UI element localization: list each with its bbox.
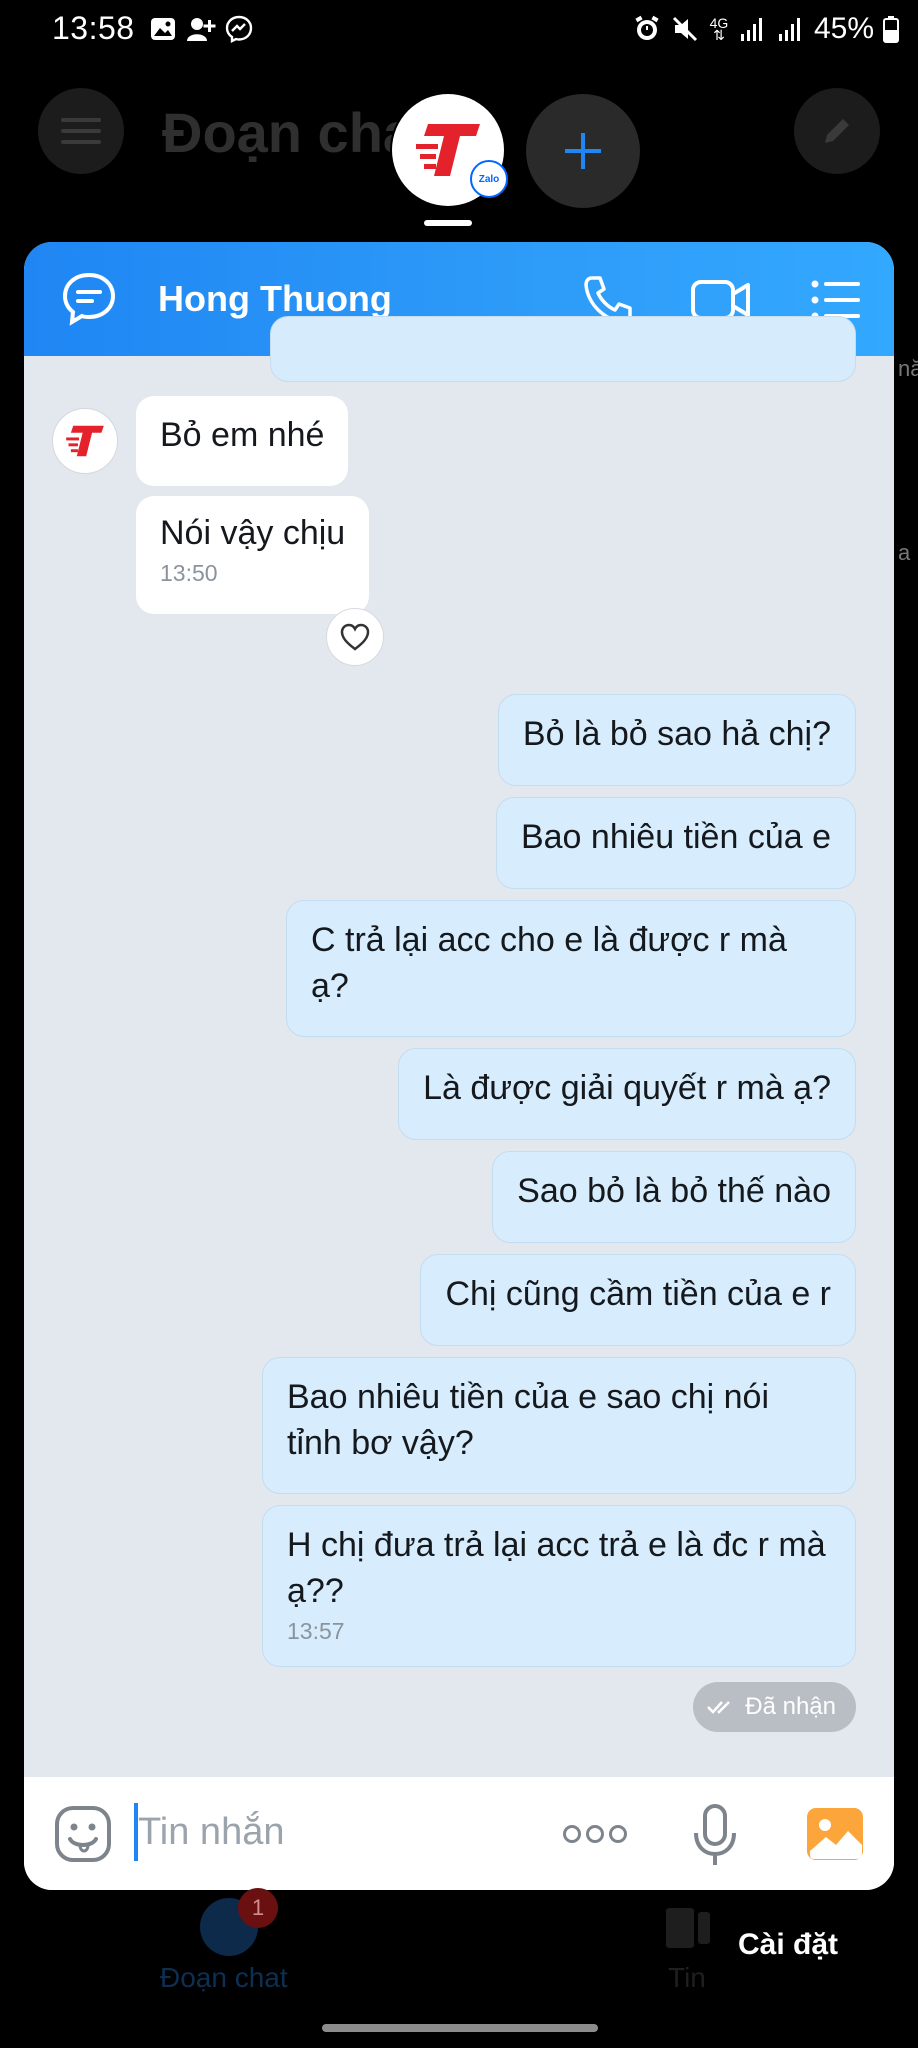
contact-avatar[interactable] <box>52 408 118 474</box>
gallery-icon[interactable] <box>806 1807 864 1861</box>
previous-message-bubble[interactable] <box>270 316 856 382</box>
menu-button[interactable] <box>38 88 124 174</box>
battery-percent: 45% <box>813 12 874 45</box>
battery-icon <box>882 14 900 44</box>
zalo-badge: Zalo <box>470 160 508 198</box>
message-text: Bỏ em nhé <box>160 416 325 454</box>
emoji-icon[interactable] <box>54 1805 112 1863</box>
network-4g-icon: 4G ⇅ <box>708 14 730 44</box>
settings-label[interactable]: Cài đặt <box>738 1928 838 1962</box>
heart-icon <box>340 623 370 651</box>
chat-panel: Hong Thuong Bỏ em nhé Nói vậy chịu 13:50… <box>24 242 894 1890</box>
message-text: H chị đưa trả lại acc trả e là đc r mà ạ… <box>287 1526 826 1610</box>
nav-stories-label[interactable]: Tin <box>668 1962 706 1994</box>
message-text: Chị cũng cầm tiền của e r <box>445 1275 831 1313</box>
signal-icon <box>776 14 806 44</box>
message-text: Sao bỏ là bỏ thế nào <box>517 1172 831 1210</box>
background-peek-text: a <box>898 540 911 565</box>
message-text: Bao nhiêu tiền của e sao chị nói tỉnh bơ… <box>287 1378 770 1462</box>
add-person-icon <box>186 14 216 44</box>
outgoing-message[interactable]: H chị đưa trả lại acc trả e là đc r mà ạ… <box>262 1505 856 1667</box>
incoming-message[interactable]: Bỏ em nhé <box>136 396 349 486</box>
chat-bubble-icon[interactable] <box>60 270 118 328</box>
message-text: C trả lại acc cho e là được r mà ạ? <box>311 921 787 1005</box>
outgoing-message[interactable]: Bao nhiêu tiền của e <box>495 797 856 889</box>
home-indicator[interactable] <box>322 2024 598 2032</box>
pencil-icon <box>825 119 849 143</box>
alarm-icon <box>632 14 662 44</box>
outgoing-message[interactable]: Chị cũng cầm tiền của e r <box>420 1254 856 1346</box>
message-list: Bỏ em nhé Nói vậy chịu 13:50 Bỏ là bỏ sa… <box>24 316 894 1890</box>
nav-chat-label[interactable]: Đoạn chat <box>160 1962 288 1994</box>
message-text: Là được giải quyết r mà ạ? <box>423 1069 831 1107</box>
more-icon[interactable] <box>562 1823 628 1845</box>
compose-button[interactable] <box>794 88 880 174</box>
outgoing-message[interactable]: Là được giải quyết r mà ạ? <box>398 1048 856 1140</box>
message-time: 13:57 <box>287 1618 345 1644</box>
message-input[interactable]: Tin nhắn <box>138 1811 284 1854</box>
mute-icon <box>670 14 700 44</box>
add-chat-head-button[interactable] <box>526 94 640 208</box>
status-time: 13:58 <box>52 10 135 46</box>
outgoing-message[interactable]: Bỏ là bỏ sao hả chị? <box>497 694 856 786</box>
delivery-status-text: Đã nhận <box>745 1693 836 1720</box>
notification-icons <box>148 14 254 44</box>
message-time: 13:50 <box>160 560 218 586</box>
plus-icon <box>565 133 601 169</box>
outgoing-message[interactable]: Sao bỏ là bỏ thế nào <box>492 1151 856 1243</box>
message-text: Bỏ là bỏ sao hả chị? <box>522 715 831 753</box>
messenger-icon <box>224 14 254 44</box>
delivery-status: Đã nhận <box>693 1682 856 1732</box>
react-button[interactable] <box>326 608 384 666</box>
system-icons: 4G ⇅ 45% <box>632 12 900 46</box>
chat-head-avatar[interactable]: Zalo <box>392 94 508 206</box>
menu-icon <box>61 118 101 144</box>
mic-icon[interactable] <box>692 1803 738 1867</box>
double-check-icon <box>707 1701 731 1714</box>
stories-icon[interactable] <box>664 1904 712 1950</box>
incoming-message[interactable]: Nói vậy chịu 13:50 <box>136 496 370 614</box>
signal-icon <box>738 14 768 44</box>
brand-logo <box>66 425 104 457</box>
message-text: Nói vậy chịu <box>160 514 346 552</box>
outgoing-message[interactable]: C trả lại acc cho e là được r mà ạ? <box>286 900 856 1037</box>
message-text: Bao nhiêu tiền của e <box>520 818 831 856</box>
unread-badge: 1 <box>238 1888 278 1928</box>
active-head-indicator <box>424 220 472 226</box>
outgoing-message[interactable]: Bao nhiêu tiền của e sao chị nói tỉnh bơ… <box>262 1357 856 1494</box>
data-arrows: ⇅ <box>713 27 725 43</box>
image-icon <box>148 14 178 44</box>
contact-name[interactable]: Hong Thuong <box>158 278 392 320</box>
background-peek-text: nă <box>898 356 918 381</box>
composer-bar: Tin nhắn <box>24 1777 894 1890</box>
status-bar: 13:58 4G ⇅ 45% <box>0 0 918 64</box>
